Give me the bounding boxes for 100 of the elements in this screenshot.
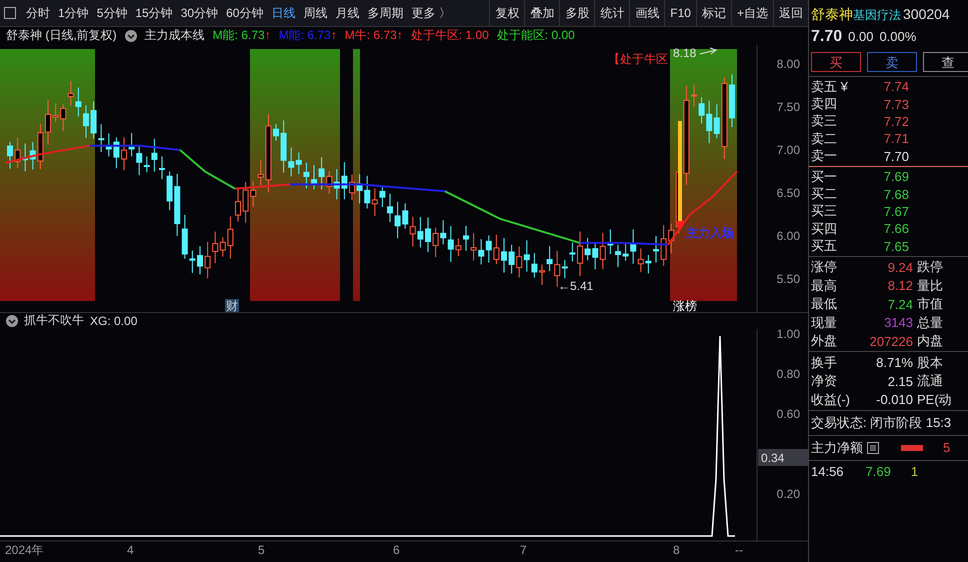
- stat-label: 换手: [811, 354, 838, 372]
- period-tab[interactable]: 5分钟: [92, 4, 132, 22]
- period-tab[interactable]: 日线: [267, 4, 300, 22]
- panel-toggle-icon[interactable]: [4, 7, 16, 19]
- list-icon[interactable]: [867, 442, 879, 454]
- stat-label: 内盘: [917, 332, 943, 350]
- price-axis-label: 6.00: [776, 228, 800, 243]
- date-axis-label: 8: [673, 542, 680, 557]
- toolbar-button[interactable]: F10: [664, 0, 696, 26]
- toolbar-button[interactable]: 画线: [629, 0, 664, 26]
- indicator-value: M能: 6.73↑: [278, 27, 337, 44]
- toolbar-button[interactable]: 叠加: [524, 0, 560, 26]
- chevron-circle-icon[interactable]: [124, 30, 137, 42]
- indicator-axis-label: 1.00: [776, 328, 800, 341]
- entry-label: 主力入场: [686, 226, 734, 240]
- query-button[interactable]: 查: [923, 52, 968, 72]
- sell-button[interactable]: 卖: [867, 52, 917, 72]
- chevron-circle-icon[interactable]: [6, 314, 18, 327]
- indicator-value: 处于牛区: 1.00: [410, 27, 489, 44]
- period-tab[interactable]: 1分钟: [54, 4, 93, 22]
- date-axis-label: 7: [520, 542, 527, 557]
- ask-level-label: 卖四: [811, 95, 838, 114]
- stat-value: 7.24: [886, 296, 913, 312]
- stat-value: 2.15: [886, 374, 913, 389]
- indicator-axis-label: 0.80: [776, 366, 800, 381]
- bid-price: 7.67: [882, 204, 909, 219]
- ask-level-label: 卖一: [811, 147, 838, 166]
- indicator-value: M能: 6.73↑: [212, 27, 271, 44]
- indicator-name: 主力成本线: [144, 27, 205, 44]
- ask-price: 7.70: [882, 148, 909, 164]
- limit-up-marker: 涨榜: [673, 298, 697, 312]
- toolbar-button[interactable]: 统计: [594, 0, 630, 26]
- toolbar-button[interactable]: 标记: [696, 0, 731, 26]
- finance-marker: 财: [226, 298, 238, 312]
- bid-price: 7.69: [882, 169, 909, 184]
- stat-value: 3143: [883, 315, 913, 330]
- net-flow-label: 主力净额: [811, 438, 863, 457]
- indicator-value: 处于能区: 0.00: [496, 27, 575, 44]
- indicator-axis-label: 0.60: [776, 406, 800, 421]
- stat-label: 收益(-): [811, 390, 851, 409]
- period-tab[interactable]: 月线: [331, 4, 364, 22]
- bid-price: 7.66: [882, 221, 909, 236]
- toolbar-button[interactable]: 复权: [489, 0, 524, 26]
- period-tab[interactable]: 30分钟: [176, 4, 222, 22]
- period-tab[interactable]: 15分钟: [131, 4, 177, 22]
- price-axis-label: 7.00: [776, 142, 800, 157]
- bid-level-label: 买三: [811, 202, 838, 220]
- ask-price: 7.71: [882, 131, 909, 146]
- concept-tag[interactable]: 基因疗法: [853, 7, 901, 24]
- indicator-axis-label: 0.20: [776, 486, 800, 501]
- period-tab[interactable]: 多周期: [363, 4, 408, 22]
- low-price-label: ←5.41: [558, 278, 594, 293]
- stat-label: 最低: [811, 295, 838, 314]
- ask-level-label: 卖五 ¥: [811, 78, 849, 96]
- chart-title: 舒泰神 (日线,前复权): [6, 27, 117, 44]
- current-value-label: 0.34: [761, 450, 784, 465]
- date-axis-label: --: [735, 542, 743, 557]
- stat-label: 总量: [917, 314, 943, 332]
- price-axis-label: 8.00: [776, 56, 800, 71]
- toolbar-button[interactable]: +自选: [730, 0, 773, 26]
- trading-status: 交易状态: 闭市阶段 15:3: [809, 410, 968, 435]
- stat-label: 市值: [917, 295, 943, 314]
- bid-level-label: 买四: [811, 220, 838, 238]
- date-axis-label: 5: [258, 542, 265, 557]
- period-tab[interactable]: 更多 〉: [407, 4, 455, 22]
- bid-price: 7.65: [882, 238, 909, 254]
- date-axis-label: 2024年: [5, 542, 44, 557]
- period-tab[interactable]: 分时: [22, 4, 54, 22]
- stat-value: 9.24: [886, 260, 913, 275]
- stat-value: 8.12: [886, 278, 913, 294]
- stat-label: 现量: [811, 314, 838, 332]
- price-axis-label: 6.50: [776, 186, 800, 200]
- price-change: 0.00: [848, 29, 874, 44]
- ask-price: 7.73: [882, 96, 909, 112]
- last-price: 7.70: [811, 28, 842, 46]
- stat-label: 涨停: [811, 258, 838, 276]
- buy-button[interactable]: 买: [811, 52, 861, 72]
- toolbar-button[interactable]: 返回: [773, 0, 808, 26]
- period-tab[interactable]: 周线: [299, 4, 332, 22]
- toolbar-button[interactable]: 多股: [559, 0, 594, 26]
- stock-code: 300204: [903, 6, 950, 22]
- ask-price: 7.74: [882, 79, 909, 94]
- stat-value: 8.71%: [875, 355, 913, 370]
- date-axis-label: 4: [127, 542, 134, 557]
- high-price-label: 8.18: [673, 46, 696, 60]
- change-percent: 0.00%: [879, 29, 916, 44]
- bid-level-label: 买二: [811, 185, 838, 204]
- tick-time: 14:56: [811, 464, 844, 479]
- net-flow-bar: [901, 444, 923, 451]
- period-tab[interactable]: 60分钟: [222, 4, 268, 22]
- stat-label: 流通: [917, 372, 943, 390]
- indicator-value: M牛: 6.73↑: [344, 27, 403, 44]
- price-axis-label: 5.50: [776, 272, 800, 286]
- date-axis-label: 6: [393, 542, 400, 557]
- ask-price: 7.72: [882, 114, 909, 129]
- stat-label: PE(动: [917, 390, 952, 409]
- stat-label: 净资: [811, 372, 838, 390]
- tick-price: 7.69: [866, 464, 891, 479]
- indicator-value: XG: 0.00: [90, 314, 138, 328]
- net-flow-value: 5: [943, 440, 950, 456]
